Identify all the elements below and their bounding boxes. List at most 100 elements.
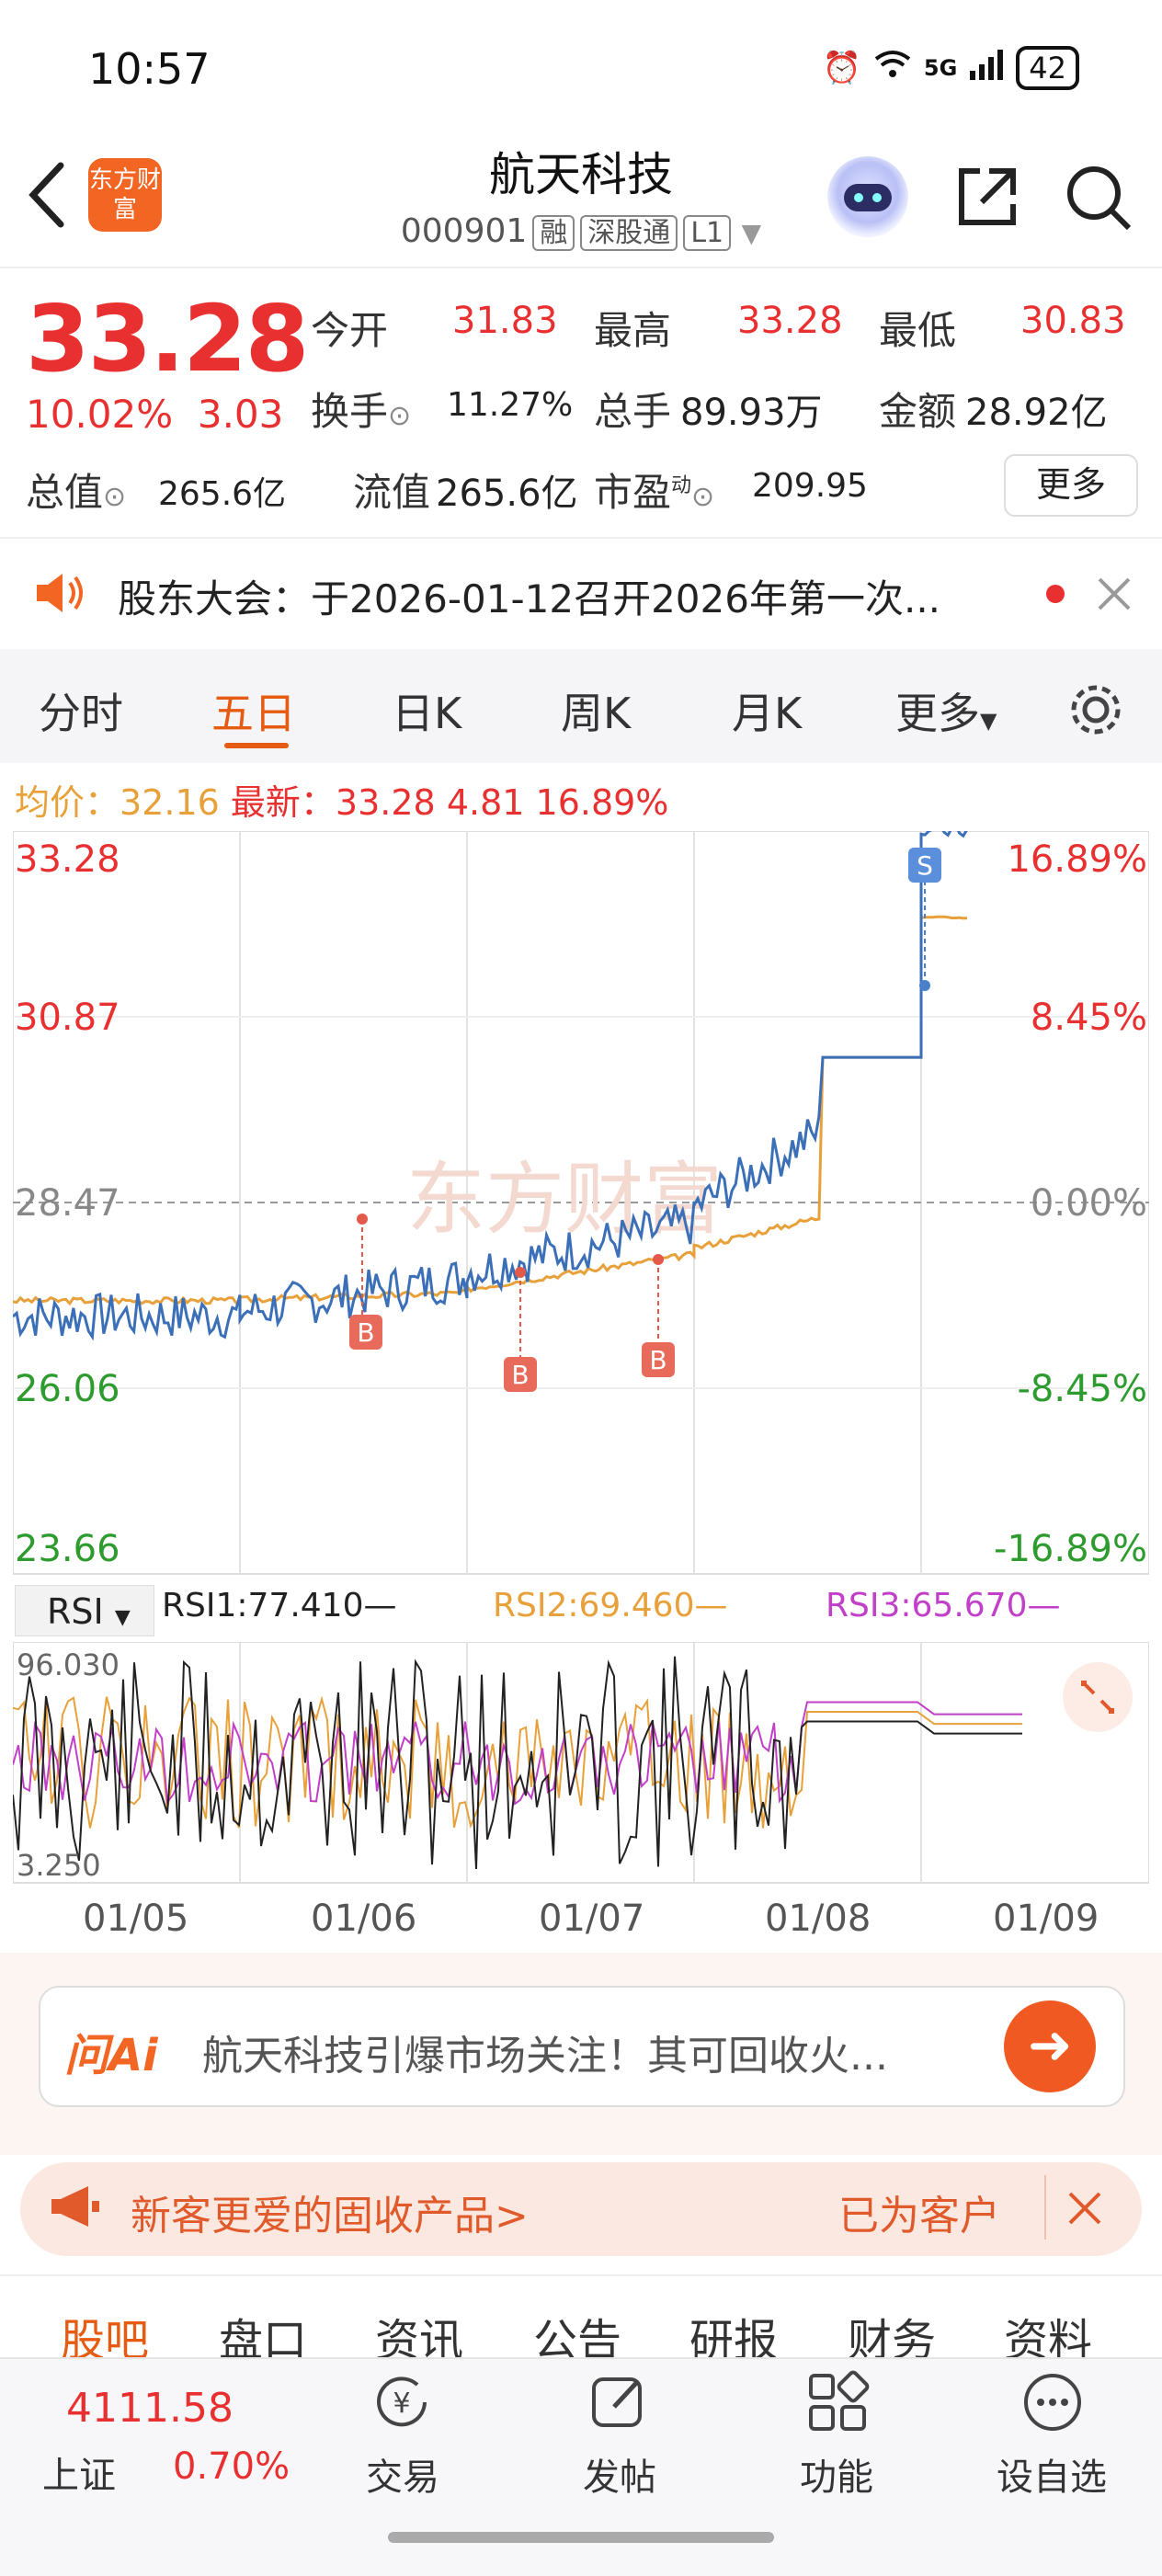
nav-add-watchlist[interactable]: 设自选 [987, 2447, 1116, 2501]
nav-functions[interactable]: 功能 [772, 2447, 901, 2501]
y-right-4: -8.45% [1017, 1368, 1147, 1410]
tab-monthly-k[interactable]: 月K [732, 680, 802, 741]
tab-weekly-k[interactable]: 周K [561, 680, 631, 741]
pe-value: 209.95 [752, 467, 868, 505]
y-left-bottom: 23.66 [15, 1528, 120, 1570]
tag-connect: 深股通 [580, 215, 678, 251]
current-price: 33.28 [26, 285, 309, 393]
rsi2-label: RSI2:69.460— [493, 1587, 728, 1624]
nav-trade[interactable]: 交易 [338, 2447, 467, 2501]
promo-close-icon[interactable] [1065, 2188, 1105, 2232]
open-label: 今开 [311, 308, 389, 353]
y-left-4: 26.06 [15, 1368, 120, 1410]
rsi-chart[interactable] [13, 1642, 1149, 1886]
y-left-mid: 28.47 [15, 1182, 120, 1225]
wifi-icon [874, 50, 911, 87]
tab-daily-k[interactable]: 日K [392, 680, 461, 741]
arrow-right-icon[interactable]: ➜ [1004, 2000, 1096, 2092]
rsi-bottom-value: 3.250 [17, 1848, 101, 1883]
latest-pct: 16.89% [535, 782, 669, 823]
status-icons: ⏰ 5G 42 [823, 46, 1079, 90]
y-right-top: 16.89% [1007, 838, 1147, 881]
tab-five-day[interactable]: 五日 [211, 680, 296, 741]
change-percent: 10.02% [26, 392, 174, 437]
float-label: 流值 [353, 470, 431, 515]
date-label-4: 01/08 [765, 1898, 872, 1940]
avg-value: 32.16 [120, 782, 220, 823]
mktcap-label: 总值⊙ [26, 470, 127, 515]
pe-label: 市盈动⊙ [594, 470, 715, 515]
unread-dot [1046, 585, 1065, 603]
amount-label: 金额 [879, 389, 957, 434]
indicator-selector[interactable]: RSI ▼ [15, 1585, 154, 1636]
tab-intraday[interactable]: 分时 [39, 680, 123, 741]
active-tab-indicator [224, 743, 289, 748]
rsi1-label: RSI1:77.410— [162, 1587, 397, 1624]
grid-icon[interactable] [805, 2370, 870, 2438]
watermark: 东方财富 [406, 1156, 723, 1244]
volume-value: 89.93万 [680, 392, 823, 434]
low-label: 最低 [879, 308, 957, 353]
close-icon[interactable] [1094, 574, 1134, 618]
alarm-icon: ⏰ [822, 50, 861, 86]
share-icon[interactable] [952, 162, 1022, 235]
speaker-icon [33, 570, 85, 620]
svg-text:¥: ¥ [393, 2388, 410, 2420]
date-label-5: 01/09 [993, 1898, 1099, 1940]
amount-value: 28.92亿 [965, 392, 1108, 434]
trade-icon[interactable]: ¥ [370, 2370, 434, 2438]
more-button[interactable]: 更多 [1004, 454, 1138, 517]
volume-label: 总手 [594, 389, 672, 434]
svg-text:B: B [357, 1317, 374, 1348]
ai-prompt-text: 航天科技引爆市场关注！其可回收火... [202, 2033, 888, 2080]
latest-label: 最新： [230, 782, 336, 823]
turnover-value: 11.27% [447, 386, 574, 424]
price-change: 10.02% 3.03 [26, 392, 283, 437]
compose-icon[interactable] [587, 2370, 651, 2438]
lower-tabs-divider [0, 2274, 1162, 2276]
y-right-2: 8.45% [1030, 997, 1147, 1039]
notice-text: 股东大会：于2026-01-12召开2026年第一次... [118, 576, 941, 621]
svg-text:B: B [649, 1345, 666, 1375]
settings-gear-icon[interactable] [1066, 680, 1125, 743]
search-icon[interactable] [1063, 162, 1133, 235]
mktcap-value: 265.6亿 [158, 475, 287, 513]
ai-assistant-avatar[interactable] [827, 156, 908, 237]
stock-code: 000901 [400, 212, 528, 250]
expand-icon[interactable] [1063, 1662, 1133, 1732]
network-label: 5G [923, 55, 958, 81]
five-day-chart[interactable]: 东方财富 B B B S [13, 831, 1149, 1578]
home-indicator [388, 2532, 774, 2543]
y-right-mid: 0.00% [1030, 1182, 1147, 1225]
tag-level: L1 [683, 215, 732, 251]
y-left-2: 30.87 [15, 997, 120, 1039]
index-name[interactable]: 上证 [42, 2445, 116, 2499]
chart-summary: 均价：32.16 最新：33.28 4.81 16.89% [15, 774, 668, 825]
rsi-top-value: 96.030 [17, 1647, 120, 1682]
index-pct[interactable]: 0.70% [173, 2445, 290, 2488]
y-right-bottom: -16.89% [994, 1528, 1147, 1570]
date-label-2: 01/06 [311, 1898, 417, 1940]
tab-more[interactable]: 更多▼ [895, 680, 997, 741]
y-left-top: 33.28 [15, 838, 120, 881]
promo-scroll-text: 已为客户 [838, 2193, 1000, 2240]
high-label: 最高 [594, 308, 672, 353]
signal-icon [970, 49, 1004, 88]
date-label-1: 01/05 [83, 1898, 189, 1940]
index-value[interactable]: 4111.58 [66, 2385, 234, 2432]
open-value: 31.83 [452, 300, 558, 342]
battery-indicator: 42 [1016, 46, 1079, 90]
high-value: 33.28 [737, 300, 843, 342]
svg-text:B: B [511, 1360, 529, 1390]
megaphone-icon [48, 2183, 103, 2234]
float-value: 265.6亿 [436, 473, 578, 515]
status-time: 10:57 [88, 44, 211, 94]
header-divider [0, 267, 1162, 268]
promo-text: 新客更爱的固收产品> [131, 2193, 529, 2240]
dropdown-triangle-icon[interactable]: ▼ [742, 218, 762, 248]
more-dots-icon[interactable] [1020, 2370, 1085, 2438]
ai-logo: 问Ai [64, 2030, 158, 2081]
nav-post[interactable]: 发帖 [555, 2447, 684, 2501]
latest-value: 33.28 [335, 782, 436, 823]
avg-label: 均价： [15, 782, 120, 823]
